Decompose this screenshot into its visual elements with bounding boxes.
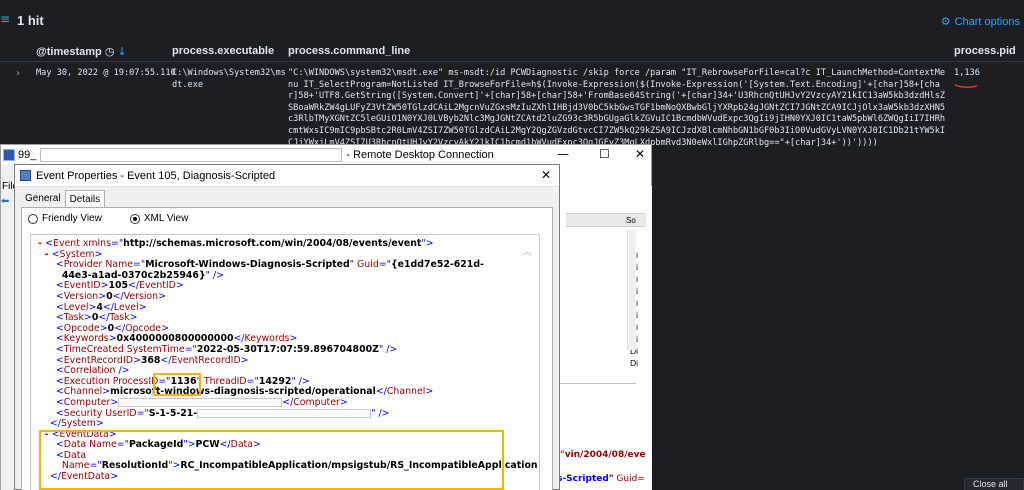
remote-desktop-title: - Remote Desktop Connection	[346, 149, 494, 161]
panel-toggle-icon[interactable]: ≡	[0, 12, 10, 26]
redacted-sid	[197, 408, 372, 418]
remote-desktop-titlebar[interactable]: 99_ - Remote Desktop Connection — ☐ ✕	[1, 145, 651, 165]
pid-highlight-box	[153, 373, 201, 396]
screenshot-root: ≡ 1 hit ⚙ Chart options @timestamp ◷ ↓ p…	[0, 0, 1024, 490]
radio-friendly-label: Friendly View	[42, 213, 102, 224]
cell-timestamp: May 30, 2022 @ 19:07:55.110	[36, 68, 176, 78]
cell-executable-line2: dt.exe	[172, 79, 204, 90]
background-xml-url: "vin/2004/08/eve	[560, 450, 646, 460]
column-header-executable[interactable]: process.executable	[172, 45, 274, 57]
red-underline-annotation	[954, 84, 978, 89]
redacted-host	[40, 148, 343, 162]
divider	[560, 383, 636, 384]
host-name: 99_	[18, 149, 37, 161]
background-xml-provider: is-Scripted" Guid=	[554, 474, 645, 484]
clock-icon: ◷	[104, 45, 115, 58]
redacted-computer	[118, 397, 283, 407]
list-item[interactable]: Di	[630, 358, 638, 368]
list-scrollbar[interactable]	[627, 230, 636, 350]
remote-side-strip: File ⬅	[1, 165, 18, 490]
view-mode-group: Friendly View XML View	[28, 213, 188, 224]
hit-count: 1 hit	[17, 13, 44, 28]
column-header-command-line[interactable]: process.command_line	[288, 45, 410, 57]
radio-xml-view[interactable]	[129, 213, 140, 224]
maximize-icon[interactable]: ☐	[599, 147, 610, 161]
eventdata-highlight-box	[39, 430, 504, 490]
table-row: › May 30, 2022 @ 19:07:55.110 C:\Windows…	[0, 62, 1024, 150]
event-viewer-icon	[20, 170, 31, 181]
radio-friendly-view[interactable]	[28, 213, 38, 224]
close-all-button[interactable]: Close all	[964, 478, 1024, 490]
close-icon[interactable]: ✕	[541, 168, 551, 182]
remote-desktop-icon	[3, 149, 15, 161]
event-properties-titlebar[interactable]: Event Properties - Event 105, Diagnosis-…	[15, 165, 559, 187]
cell-executable: C:\Windows\System32\ms dt.exe	[172, 68, 286, 91]
expand-row-icon[interactable]: ›	[16, 68, 20, 80]
dialog-title: Event Properties - Event 105, Diagnosis-…	[36, 169, 276, 182]
column-source-label: So	[626, 216, 636, 225]
tab-details[interactable]: Details	[64, 190, 106, 208]
back-arrow-icon[interactable]: ⬅	[1, 196, 9, 207]
chart-options-button[interactable]: ⚙ Chart options	[941, 15, 1020, 28]
dialog-tabs: General Details	[21, 190, 106, 208]
close-icon[interactable]: ✕	[635, 147, 645, 161]
column-header-pid[interactable]: process.pid	[954, 45, 1016, 57]
gear-icon: ⚙	[940, 15, 951, 28]
tab-general[interactable]: General	[21, 190, 65, 208]
cell-command-line: "C:\WINDOWS\system32\msdt.exe" ms-msdt:/…	[288, 68, 946, 150]
column-header-timestamp[interactable]: @timestamp ◷ ↓	[36, 45, 127, 58]
cell-executable-line1: C:\Windows\System32\ms	[172, 68, 286, 78]
radio-xml-label: XML View	[143, 213, 189, 224]
event-viewer-list: So	[560, 186, 652, 490]
table-header: @timestamp ◷ ↓ process.executable proces…	[0, 40, 1024, 62]
minimize-icon[interactable]: —	[557, 147, 569, 161]
chart-options-label: Chart options	[954, 15, 1020, 28]
cell-pid: 1,136	[954, 68, 980, 78]
sort-down-icon[interactable]: ↓	[117, 45, 126, 58]
